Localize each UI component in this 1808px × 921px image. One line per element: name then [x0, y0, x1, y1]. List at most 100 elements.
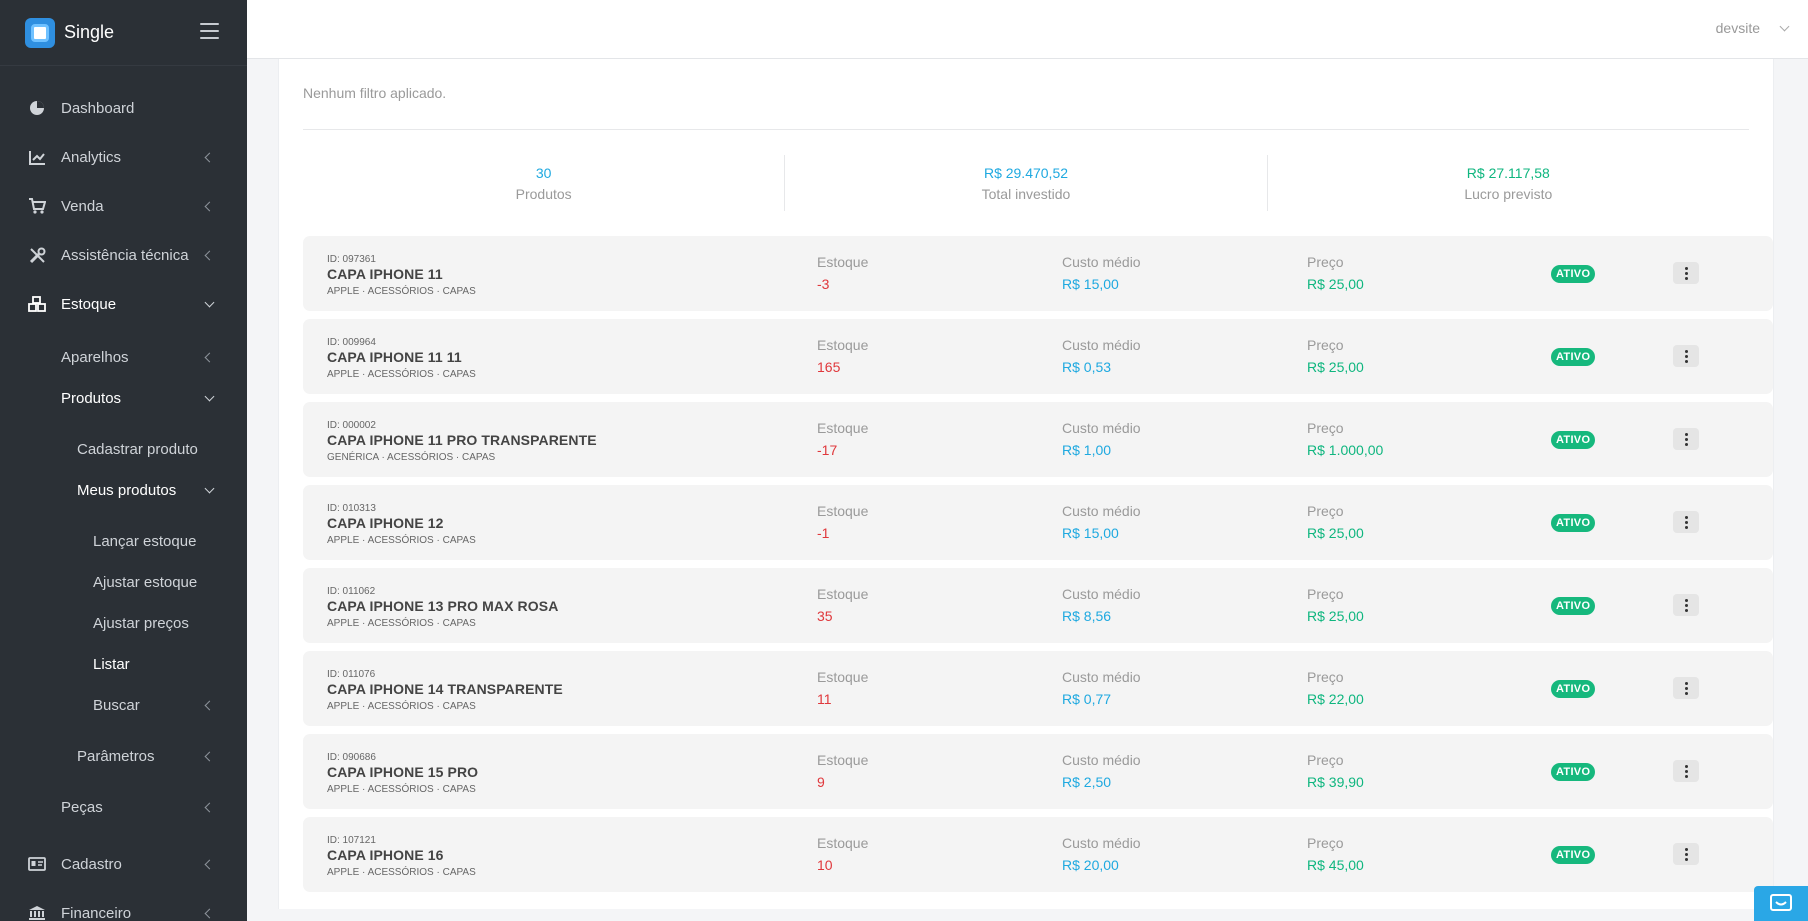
product-name[interactable]: CAPA IPHONE 14 TRANSPARENTE [327, 681, 563, 697]
price-label: Preço [1307, 420, 1344, 436]
sidebar-item-estoque[interactable]: Estoque [0, 284, 247, 324]
cost-value: R$ 2,50 [1062, 774, 1112, 790]
chevron-left-icon [204, 700, 215, 710]
more-options-icon[interactable] [1673, 511, 1699, 533]
sidebar-item-label: Financeiro [61, 904, 132, 921]
sidebar-item-listar[interactable]: Listar [0, 644, 247, 684]
sidebar-item-label: Estoque [61, 295, 117, 313]
more-options-icon[interactable] [1673, 262, 1699, 284]
product-category: APPLE · ACESSÓRIOS · CAPAS [327, 286, 476, 297]
stock-label: Estoque [817, 586, 869, 602]
more-options-icon[interactable] [1673, 594, 1699, 616]
product-price: Preço R$ 22,00 [1307, 669, 1364, 707]
product-id: ID: 097361 [327, 254, 376, 265]
product-price: Preço R$ 45,00 [1307, 835, 1364, 873]
stock-value: 10 [817, 857, 833, 873]
sidebar-item-aparelhos[interactable]: Aparelhos [0, 337, 247, 377]
product-name[interactable]: CAPA IPHONE 16 [327, 847, 444, 863]
product-row[interactable]: ID: 090686 CAPA IPHONE 15 PRO APPLE · ACES… [303, 734, 1773, 809]
bank-icon [28, 904, 46, 921]
cost-value: R$ 1,00 [1062, 442, 1112, 458]
stock-label: Estoque [817, 337, 869, 353]
sidebar-item-label: Ajustar estoque [93, 573, 198, 591]
product-name[interactable]: CAPA IPHONE 13 PRO MAX ROSA [327, 598, 558, 614]
product-row[interactable]: ID: 000002 CAPA IPHONE 11 PRO TRANSPARENT… [303, 402, 1773, 477]
sidebar-item-label: Parâmetros [77, 747, 155, 765]
product-row[interactable]: ID: 009964 CAPA IPHONE 11 11 APPLE · ACESS… [303, 319, 1773, 394]
product-name[interactable]: CAPA IPHONE 15 PRO [327, 764, 478, 780]
summary-profit-value: R$ 27.117,58 [1466, 165, 1550, 181]
product-cost: Custo médio R$ 8,56 [1062, 586, 1141, 624]
product-row[interactable]: ID: 107121 CAPA IPHONE 16 APPLE · ACESSÓRI… [303, 817, 1773, 892]
status-badge: ATIVO [1551, 348, 1596, 366]
product-name[interactable]: CAPA IPHONE 11 [327, 266, 443, 282]
product-name[interactable]: CAPA IPHONE 11 11 [327, 349, 462, 365]
top-bar: devsite [247, 0, 1808, 59]
summary-bar: 30 Produtos R$ 29.470,52 Total investido… [303, 155, 1749, 211]
product-price: Preço R$ 39,90 [1307, 752, 1364, 790]
price-value: R$ 25,00 [1307, 359, 1364, 375]
status-badge: ATIVO [1551, 514, 1596, 532]
product-id: ID: 010313 [327, 503, 376, 514]
cost-value: R$ 8,56 [1062, 608, 1112, 624]
products-card: Nenhum filtro aplicado. 30 Produtos R$ 2… [278, 59, 1774, 909]
product-category: APPLE · ACESSÓRIOS · CAPAS [327, 369, 476, 380]
sidebar-item-label: Lançar estoque [93, 532, 197, 550]
product-cost: Custo médio R$ 0,77 [1062, 669, 1141, 707]
line-chart-icon [28, 148, 46, 166]
product-cost: Custo médio R$ 2,50 [1062, 752, 1141, 790]
product-name[interactable]: CAPA IPHONE 11 PRO TRANSPARENTE [327, 432, 597, 448]
chevron-left-icon [204, 250, 215, 260]
sidebar-item-meus-produtos[interactable]: Meus produtos [0, 470, 247, 510]
price-label: Preço [1307, 337, 1344, 353]
sidebar-item-parametros[interactable]: Parâmetros [0, 736, 247, 776]
product-name[interactable]: CAPA IPHONE 12 [327, 515, 444, 531]
more-options-icon[interactable] [1673, 428, 1699, 450]
product-row[interactable]: ID: 010313 CAPA IPHONE 12 APPLE · ACESSÓRI… [303, 485, 1773, 560]
sidebar-item-dashboard[interactable]: Dashboard [0, 88, 247, 128]
product-row[interactable]: ID: 097361 CAPA IPHONE 11 APPLE · ACESSÓRI… [303, 236, 1773, 311]
sidebar-item-cadastrar-produto[interactable]: Cadastrar produto [0, 429, 247, 469]
sidebar-item-ajustar-estoque[interactable]: Ajustar estoque [0, 562, 247, 602]
sidebar-item-label: Meus produtos [77, 481, 177, 499]
product-category: APPLE · ACESSÓRIOS · CAPAS [327, 535, 476, 546]
product-stock: Estoque -1 [817, 503, 868, 541]
sidebar-item-financeiro[interactable]: Financeiro [0, 893, 247, 921]
more-options-icon[interactable] [1673, 677, 1699, 699]
menu-toggle-icon[interactable] [200, 23, 219, 39]
stock-label: Estoque [817, 669, 869, 685]
sidebar-item-analytics[interactable]: Analytics [0, 137, 247, 177]
chat-widget-button[interactable] [1754, 886, 1808, 921]
sidebar-item-lancar-estoque[interactable]: Lançar estoque [0, 521, 247, 561]
sidebar-item-ajustar-precos[interactable]: Ajustar preços [0, 603, 247, 643]
cost-label: Custo médio [1062, 669, 1141, 685]
sidebar-item-produtos[interactable]: Produtos [0, 378, 247, 418]
sidebar-item-buscar[interactable]: Buscar [0, 685, 247, 725]
sidebar-item-assistencia[interactable]: Assistência técnica [0, 235, 247, 275]
summary-invested-label: Total investido [981, 186, 1071, 202]
sidebar-item-cadastro[interactable]: Cadastro [0, 844, 247, 884]
stock-value: 165 [817, 359, 841, 375]
chevron-left-icon [204, 859, 215, 869]
cost-value: R$ 0,53 [1062, 359, 1112, 375]
product-stock: Estoque 11 [817, 669, 868, 707]
sidebar-item-label: Analytics [61, 148, 122, 166]
stock-label: Estoque [817, 254, 869, 270]
product-row[interactable]: ID: 011076 CAPA IPHONE 14 TRANSPARENTE APP… [303, 651, 1773, 726]
product-cost: Custo médio R$ 15,00 [1062, 254, 1141, 292]
chevron-left-icon [204, 352, 215, 362]
user-menu[interactable]: devsite [1716, 20, 1760, 36]
product-row[interactable]: ID: 011062 CAPA IPHONE 13 PRO MAX ROSA APP… [303, 568, 1773, 643]
more-options-icon[interactable] [1673, 843, 1699, 865]
cart-icon [28, 197, 46, 215]
price-value: R$ 1.000,00 [1307, 442, 1384, 458]
more-options-icon[interactable] [1673, 345, 1699, 367]
chevron-down-icon[interactable] [1779, 21, 1790, 32]
sidebar-item-pecas[interactable]: Peças [0, 787, 247, 827]
sidebar-item-venda[interactable]: Venda [0, 186, 247, 226]
more-options-icon[interactable] [1673, 760, 1699, 782]
status-badge: ATIVO [1551, 265, 1596, 283]
chevron-left-icon [204, 908, 215, 918]
stock-value: 35 [817, 608, 833, 624]
product-price: Preço R$ 25,00 [1307, 337, 1364, 375]
